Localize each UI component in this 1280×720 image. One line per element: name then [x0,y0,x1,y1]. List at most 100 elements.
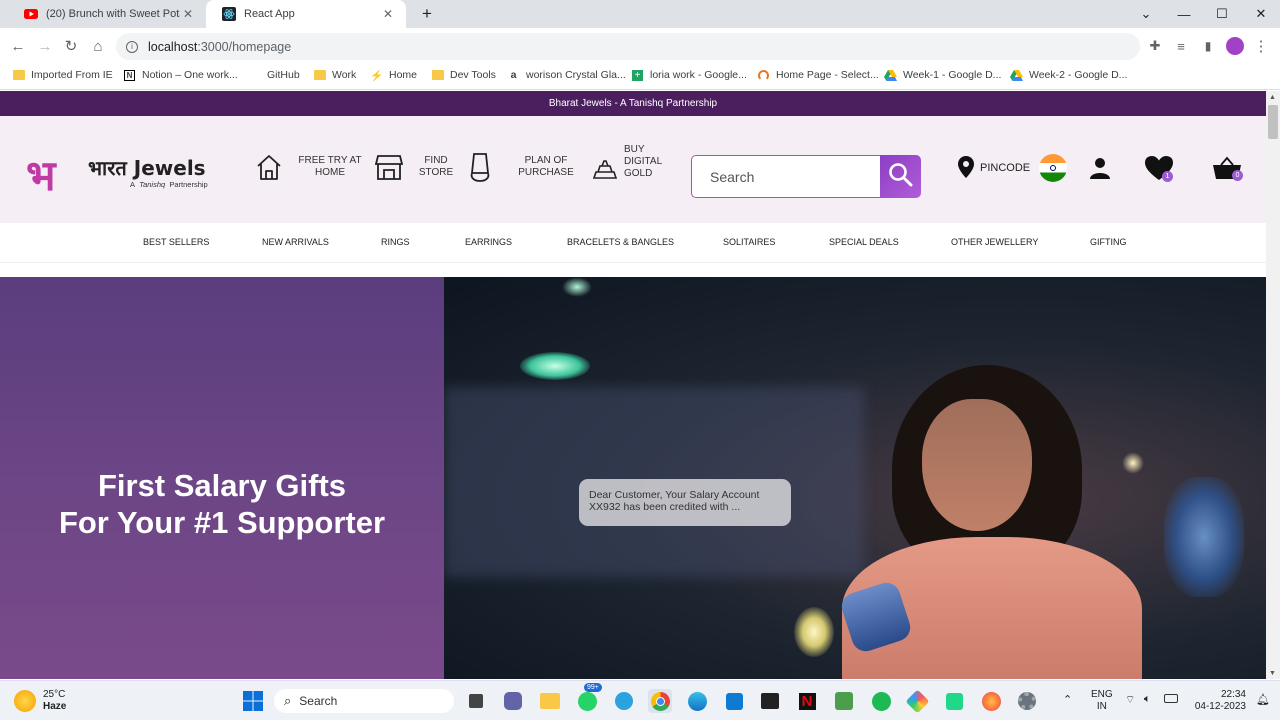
nav-buy-digital-gold[interactable]: BUY DIGITAL GOLD [592,144,684,187]
bookmark-item[interactable]: Week-2 - Google D... [1010,69,1127,81]
notification-bell-icon[interactable]: 🔔︎ [1256,693,1270,706]
forward-icon[interactable]: → [34,35,56,57]
bookmark-item[interactable]: ⚡ Home [369,69,417,82]
bookmark-item[interactable]: N Notion – One work... [123,69,238,81]
nav-free-try-at-home[interactable]: FREE TRY AT HOME [255,147,363,187]
hero-banner[interactable]: First Salary Gifts For Your #1 Supporter [0,277,1266,679]
category-link[interactable]: RINGS [381,237,410,247]
home-button-icon[interactable]: ⌂ [87,35,109,57]
hero-text-panel: First Salary Gifts For Your #1 Supporter [0,277,444,679]
wishlist-button[interactable]: 1 [1144,155,1176,185]
bookmark-item[interactable]: + loria work - Google... [631,69,747,81]
page-scrollbar[interactable]: ▲ ▼ [1266,91,1280,679]
netflix-icon[interactable]: N [795,689,819,713]
pycharm-icon[interactable] [942,689,966,713]
home-icon [255,152,283,182]
url-text: localhost:3000/homepage [148,39,292,54]
category-link[interactable]: GIFTING [1090,237,1127,247]
bookmark-item[interactable]: Home Page - Select... [757,69,879,81]
tab-title: (20) Brunch with Sweet Potato S [46,8,180,20]
category-link[interactable]: BEST SELLERS [143,237,209,247]
file-explorer-icon[interactable] [538,689,562,713]
side-panel-icon[interactable]: ▮ [1197,35,1219,57]
youtube-icon [24,7,38,21]
category-link[interactable]: NEW ARRIVALS [262,237,329,247]
tab-title: React App [244,8,295,20]
category-link[interactable]: SPECIAL DEALS [829,237,899,247]
search-input[interactable]: Search [691,155,881,198]
nav-find-store[interactable]: FIND STORE [374,147,455,187]
sourcetree-icon[interactable] [904,688,930,714]
firefox-icon[interactable] [979,689,1003,713]
sheets-icon: + [631,69,644,81]
settings-gear-icon[interactable] [1015,689,1039,713]
start-windows-icon[interactable] [241,689,265,713]
tab-search-button[interactable]: ⌄ [1127,0,1165,28]
window-close-button[interactable]: ✕ [1242,0,1280,28]
tab-close-button[interactable]: ✕ [380,7,396,21]
tab-react-app[interactable]: React App ✕ [206,0,406,28]
account-button[interactable] [1088,156,1112,183]
bookmark-item[interactable]: GitHub [248,69,300,81]
site-logo[interactable]: भ भारत Jewels A Tanishq Partnership [26,150,226,200]
bookmark-item[interactable]: a worison Crystal Gla... [507,69,626,81]
whatsapp-icon[interactable]: 99+ [575,683,602,713]
menu-icon[interactable]: ⋮ [1250,35,1272,57]
extensions-icon[interactable]: ✚ [1144,35,1166,57]
vscode-icon[interactable] [722,689,746,713]
category-nav: BEST SELLERS NEW ARRIVALS RINGS EARRINGS… [0,223,1266,263]
address-bar[interactable]: i localhost:3000/homepage [116,33,1140,60]
spotify-icon[interactable] [869,689,893,713]
category-link[interactable]: SOLITAIRES [723,237,775,247]
search-icon: ⌕ [284,693,292,708]
windows-taskbar: 25°C Haze ⌕ Search 99+ N ⌃ ENG IN ⌔ 🔈︎ 22… [0,680,1280,720]
scrollbar-thumb[interactable] [1268,105,1278,139]
search-icon [888,162,914,191]
purchase-bag-icon [466,151,494,183]
chrome-icon[interactable] [648,689,672,713]
user-icon [1088,158,1112,183]
bookmark-item[interactable]: Week-1 - Google D... [884,69,1001,81]
back-icon[interactable]: ← [7,35,29,57]
volume-icon[interactable]: 🔈︎ [1144,693,1151,706]
drive-icon [1010,69,1023,81]
new-tab-button[interactable]: + [408,0,446,28]
clock[interactable]: 22:34 04-12-2023 [1188,689,1246,713]
react-icon [222,7,236,21]
battery-icon[interactable] [1164,694,1178,703]
taskbar-search[interactable]: ⌕ Search [274,689,454,713]
category-link[interactable]: EARRINGS [465,237,512,247]
wishlist-count-badge: 1 [1162,171,1173,182]
terminal-icon[interactable] [758,689,782,713]
telegram-icon[interactable] [612,689,636,713]
teams-chat-icon[interactable] [501,689,525,713]
weather-sun-icon [14,690,36,712]
pincode-selector[interactable]: PINCODE [957,154,1068,182]
hero-title: First Salary Gifts For Your #1 Supporter [58,468,386,540]
bookmark-item[interactable]: Dev Tools [431,69,496,81]
edge-icon[interactable] [685,689,709,713]
category-link[interactable]: BRACELETS & BANGLES [567,237,674,247]
reading-list-icon[interactable]: ≡ [1170,35,1192,57]
cart-button[interactable]: 0 [1212,155,1246,185]
maximize-button[interactable]: ☐ [1203,0,1241,28]
wifi-icon[interactable]: ⌔ [1125,693,1135,707]
tab-close-button[interactable]: ✕ [180,7,196,21]
minimize-button[interactable]: — [1165,0,1203,28]
nav-plan-of-purchase[interactable]: PLAN OF PURCHASE [466,147,576,187]
bolt-icon: ⚡ [369,69,384,82]
paint-icon[interactable] [832,689,856,713]
reload-icon[interactable]: ↻ [60,35,82,57]
category-link[interactable]: OTHER JEWELLERY [951,237,1038,247]
task-view-icon[interactable] [464,689,488,713]
bookmark-item[interactable]: Imported From IE [12,69,113,81]
profile-avatar[interactable] [1224,35,1246,57]
site-info-icon[interactable]: i [126,40,138,53]
amazon-icon: a [510,69,517,81]
language-indicator[interactable]: ENG IN [1091,689,1113,713]
search-button[interactable] [880,155,921,198]
bookmark-item[interactable]: Work [313,69,356,81]
tab-youtube[interactable]: (20) Brunch with Sweet Potato S ✕ [8,0,206,28]
weather-widget[interactable]: 25°C Haze [14,689,66,713]
tray-chevron-icon[interactable]: ⌃ [1063,693,1072,706]
